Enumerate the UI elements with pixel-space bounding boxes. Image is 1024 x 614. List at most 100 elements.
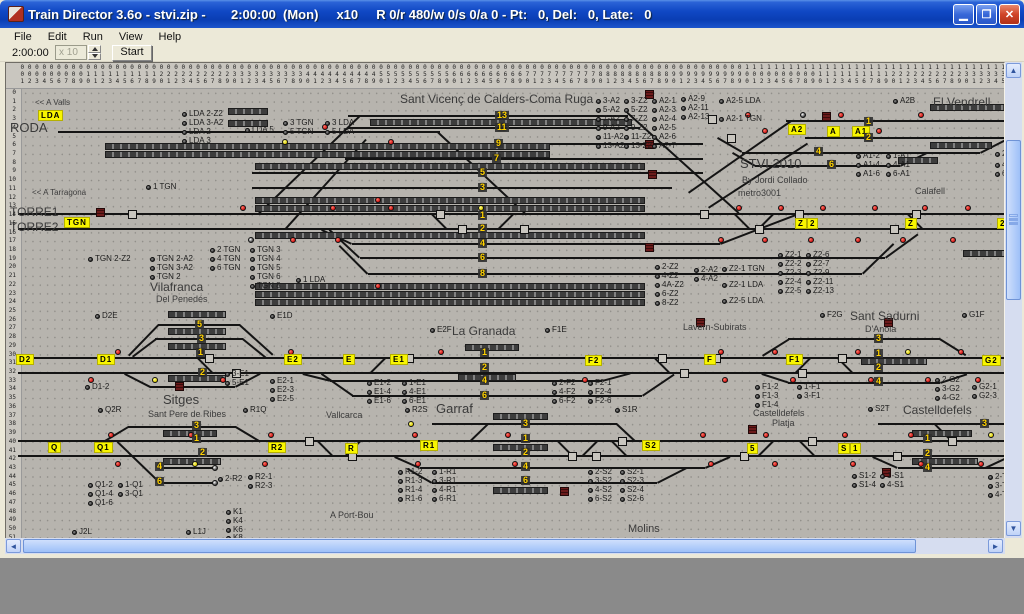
signal-label[interactable]: A2-1 TGN [719,115,762,123]
signal-label[interactable]: E1-6 [367,397,391,405]
signal[interactable] [850,461,856,467]
signal-label[interactable]: 11-A2 [596,133,624,141]
signal[interactable] [700,432,706,438]
signal-label[interactable]: A2-4 [652,115,676,123]
signal-label[interactable]: 7-Z2 [624,115,647,123]
signal-label[interactable]: A1-4 [856,161,880,169]
signal-label[interactable]: A1-2 [856,152,880,160]
signal-label[interactable]: Z2-13 [806,287,834,295]
signal-label[interactable]: A2-13 [681,113,709,121]
signal-label[interactable]: 4-F2 [552,388,575,396]
signal-label[interactable]: S2-6 [620,495,644,503]
switch[interactable] [727,134,736,143]
stepper-down-icon[interactable] [88,53,101,61]
signal-label[interactable]: E1D [270,312,293,320]
signal-label[interactable]: LDA 2 [182,128,211,136]
switch[interactable] [798,369,807,378]
signal-label[interactable]: 1 LDA [296,276,325,284]
signal[interactable] [900,237,906,243]
signal-label[interactable]: D2E [95,312,118,320]
signal-label[interactable]: A1-6 [856,170,880,178]
signal[interactable] [115,349,121,355]
signal-label[interactable]: E2-1 [270,377,294,385]
signal-label[interactable]: 6-R1 [432,495,456,503]
signal[interactable] [240,205,246,211]
signal-label[interactable]: 4-Z2 [655,272,678,280]
signal-label[interactable]: 4A-Z2 [655,281,684,289]
signal-label[interactable]: LDA 3 [182,137,211,145]
signal-label[interactable]: TGN 4 [250,255,281,263]
signal-label[interactable]: 6-E1 [402,397,426,405]
signal-label[interactable]: A2-5 [652,124,676,132]
signal[interactable] [375,197,381,203]
signal-label[interactable]: S2T [868,405,890,413]
signal[interactable] [772,349,778,355]
switch[interactable] [700,210,709,219]
signal-label[interactable]: 4-T [988,491,1004,499]
close-button[interactable]: ✕ [999,4,1020,25]
signal-label[interactable]: TGN 2-Z2 [88,255,131,263]
start-button[interactable]: Start [112,45,152,61]
signal[interactable] [282,139,288,145]
vertical-scrollbar[interactable] [1005,62,1022,538]
signal-label[interactable]: 3-R1 [432,477,456,485]
vertical-scroll-thumb[interactable] [1006,140,1021,300]
signal-label[interactable]: TGN 3-A2 [150,264,193,272]
signal-label[interactable]: K1 [226,508,243,516]
switch[interactable] [893,452,902,461]
signal-label[interactable]: G2-3 [972,392,997,400]
signal-label[interactable]: Z2-6 [806,251,829,259]
signal-label[interactable]: F2-1 [588,379,611,387]
signal-label[interactable]: 4-S1 [880,481,904,489]
signal-label[interactable]: 4-E1 [402,388,426,396]
signal[interactable] [505,432,511,438]
switch[interactable] [890,225,899,234]
signal-label[interactable]: 4-A2 [694,275,718,283]
signal-label[interactable]: 1-F1 [797,383,820,391]
signal[interactable] [375,283,381,289]
signal-label[interactable]: 2 TGN [210,246,240,254]
signal-label[interactable]: R1Q [243,406,266,414]
signal-label[interactable]: 4 TGN [210,255,240,263]
signal[interactable] [708,461,714,467]
signal[interactable] [790,377,796,383]
scroll-left-button[interactable]: ◄ [6,539,21,553]
signal-label[interactable]: 3 LDA [325,119,354,127]
signal[interactable] [388,205,394,211]
signal-label[interactable]: A2-11 [681,104,709,112]
signal-label[interactable]: E1-2 [367,379,391,387]
switch[interactable] [592,452,601,461]
signal[interactable] [905,349,911,355]
signal-label[interactable]: 2 [995,150,1004,158]
signal[interactable] [408,421,414,427]
signal-label[interactable]: Z2-5 [778,287,801,295]
signal-label[interactable]: Z2-3 [778,269,801,277]
signal-label[interactable]: 3-Q1 [118,490,143,498]
signal-label[interactable]: F1-3 [755,392,778,400]
signal-label[interactable]: Q1-6 [88,499,113,507]
switch[interactable] [838,354,847,363]
signal-label[interactable]: LDA 3-A2 [182,119,223,127]
switch[interactable] [948,437,957,446]
switch[interactable] [458,225,467,234]
signal-label[interactable]: Z2-2 [778,260,801,268]
signal-label[interactable]: 6 [995,170,1004,178]
signal-label[interactable]: 3-F1 [797,392,820,400]
signal-label[interactable]: L1J [186,528,206,536]
signal-label[interactable]: R1-2 [398,468,422,476]
menu-view[interactable]: View [111,30,151,44]
signal[interactable] [838,112,844,118]
signal-label[interactable]: LDA 2-Z2 [182,110,223,118]
signal-label[interactable]: 5-Z2 [624,106,647,114]
signal-label[interactable]: 3-S2 [588,477,612,485]
switch[interactable] [305,437,314,446]
switch[interactable] [436,210,445,219]
signal[interactable] [918,112,924,118]
signal[interactable] [212,465,218,471]
signal[interactable] [778,205,784,211]
signal-label[interactable]: R2-1 [248,473,272,481]
switch[interactable] [520,225,529,234]
signal-label[interactable]: 13-Z2 [624,142,652,150]
signal-label[interactable]: 3-G2 [935,385,960,393]
signal[interactable] [808,237,814,243]
